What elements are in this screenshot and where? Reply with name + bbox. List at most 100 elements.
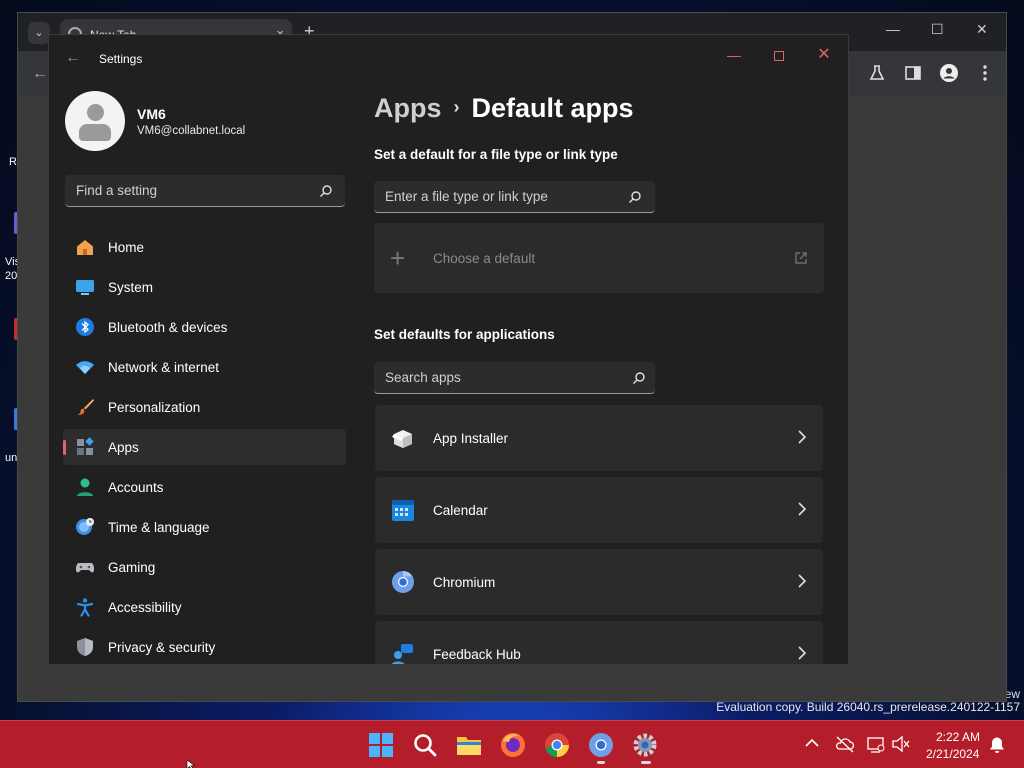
filetype-search[interactable] [374, 181, 655, 213]
breadcrumb: Apps › Default apps [374, 93, 634, 124]
browser-minimize-button[interactable]: — [886, 21, 900, 37]
nav-item-home[interactable]: Home [63, 229, 346, 265]
app-name: App Installer [433, 431, 509, 446]
nav-item-privacy[interactable]: Privacy & security [63, 629, 346, 664]
brush-icon [77, 399, 94, 415]
app-installer-icon [392, 430, 412, 448]
clock-date[interactable]: 2/21/2024 [926, 747, 979, 761]
system-icon [76, 280, 94, 295]
find-setting-input[interactable] [65, 175, 315, 205]
start-icon[interactable] [367, 731, 395, 759]
shield-icon [77, 638, 93, 656]
apps-search-input[interactable] [374, 362, 624, 392]
app-row-calendar[interactable]: Calendar [375, 477, 823, 543]
feedback-hub-icon [391, 644, 413, 664]
home-icon [77, 240, 93, 255]
app-row-feedback-hub[interactable]: Feedback Hub [375, 621, 823, 664]
nav-item-gaming[interactable]: Gaming [63, 549, 346, 585]
taskbar: 2:22 AM 2/21/2024 [0, 720, 1024, 768]
apps-search[interactable] [374, 362, 655, 394]
nav-label: Apps [108, 440, 139, 455]
chromium-icon [392, 571, 414, 593]
desktop-icon-label[interactable]: 20 [5, 270, 17, 282]
nav-item-apps[interactable]: Apps [63, 429, 346, 465]
app-name: Feedback Hub [433, 647, 521, 662]
chromium-icon[interactable] [587, 731, 615, 759]
user-email: VM6@collabnet.local [137, 125, 246, 137]
settings-window: ← Settings — ✕ VM6 VM6@collabnet.local H… [48, 34, 849, 665]
choose-default-label: Choose a default [433, 251, 536, 266]
nav-item-accounts[interactable]: Accounts [63, 469, 346, 505]
apps-section-title: Set defaults for applications [374, 327, 555, 342]
calendar-icon [392, 500, 414, 521]
maximize-button[interactable] [767, 43, 791, 67]
chevron-right-icon [798, 502, 807, 516]
app-row-chromium[interactable]: Chromium [375, 549, 823, 615]
filetype-section-title: Set a default for a file type or link ty… [374, 147, 618, 162]
browser-back-icon[interactable]: ← [32, 65, 48, 83]
labs-flask-icon[interactable] [867, 63, 887, 83]
tab-search-button[interactable]: ⌄ [28, 22, 50, 44]
volume-muted-icon[interactable] [891, 735, 911, 753]
onedrive-offline-icon[interactable] [835, 735, 855, 753]
back-arrow-icon[interactable]: ← [65, 49, 81, 67]
window-title: Settings [99, 52, 143, 66]
profile-icon[interactable] [939, 63, 959, 83]
maximize-icon [774, 51, 784, 62]
nav-item-time-language[interactable]: Time & language [63, 509, 346, 545]
bluetooth-icon [76, 318, 94, 336]
nav-label: Network & internet [108, 360, 220, 375]
nav-label: Privacy & security [108, 640, 216, 655]
globe-clock-icon [76, 518, 94, 535]
search-icon[interactable] [411, 731, 439, 759]
avatar-head-shape [87, 104, 104, 121]
chevron-up-icon[interactable] [805, 737, 819, 749]
minimize-button[interactable]: — [722, 43, 746, 67]
nav-item-system[interactable]: System [63, 269, 346, 305]
search-icon[interactable] [632, 371, 646, 385]
nav-label: Home [108, 240, 145, 255]
breadcrumb-separator-icon: › [453, 97, 460, 117]
mouse-cursor-icon [186, 760, 196, 768]
search-icon[interactable] [628, 190, 642, 204]
settings-gear-icon[interactable] [631, 731, 659, 759]
browser-close-button[interactable]: ✕ [976, 21, 988, 38]
avatar[interactable] [65, 91, 125, 151]
browser-maximize-button[interactable]: ☐ [931, 21, 944, 38]
nav-item-personalization[interactable]: Personalization [63, 389, 346, 425]
network-disconnected-icon[interactable] [866, 735, 886, 753]
desktop-icon-label[interactable]: un [5, 452, 17, 464]
chevron-right-icon [798, 574, 807, 588]
external-link-icon [795, 252, 807, 264]
app-name: Calendar [433, 503, 488, 518]
app-name: Chromium [433, 575, 496, 590]
chrome-icon[interactable] [543, 731, 571, 759]
nav-label: System [108, 280, 154, 295]
breadcrumb-parent-link[interactable]: Apps [374, 93, 442, 123]
nav-label: Time & language [108, 520, 210, 535]
nav-label: Accessibility [108, 600, 182, 615]
accounts-icon [77, 478, 93, 496]
selection-indicator [63, 440, 66, 455]
browser-menu-icon[interactable] [975, 63, 995, 83]
nav-label: Personalization [108, 400, 201, 415]
user-name: VM6 [137, 106, 166, 122]
nav-item-bluetooth[interactable]: Bluetooth & devices [63, 309, 346, 345]
find-setting-search[interactable] [65, 175, 345, 207]
notification-bell-icon[interactable] [988, 736, 1006, 754]
file-explorer-icon[interactable] [455, 731, 483, 759]
nav-item-network[interactable]: Network & internet [63, 349, 346, 385]
side-panel-icon[interactable] [903, 63, 923, 83]
search-icon[interactable] [319, 184, 333, 198]
active-indicator [641, 761, 651, 764]
nav-label: Gaming [108, 560, 156, 575]
chevron-right-icon [798, 646, 807, 660]
clock-time[interactable]: 2:22 AM [936, 730, 980, 744]
nav-item-accessibility[interactable]: Accessibility [63, 589, 346, 625]
plus-icon: + [390, 243, 406, 273]
firefox-icon[interactable] [499, 731, 527, 759]
app-row-app-installer[interactable]: App Installer [375, 405, 823, 471]
filetype-search-input[interactable] [374, 181, 624, 211]
close-button[interactable]: ✕ [812, 43, 836, 67]
nav-label: Accounts [108, 480, 164, 495]
